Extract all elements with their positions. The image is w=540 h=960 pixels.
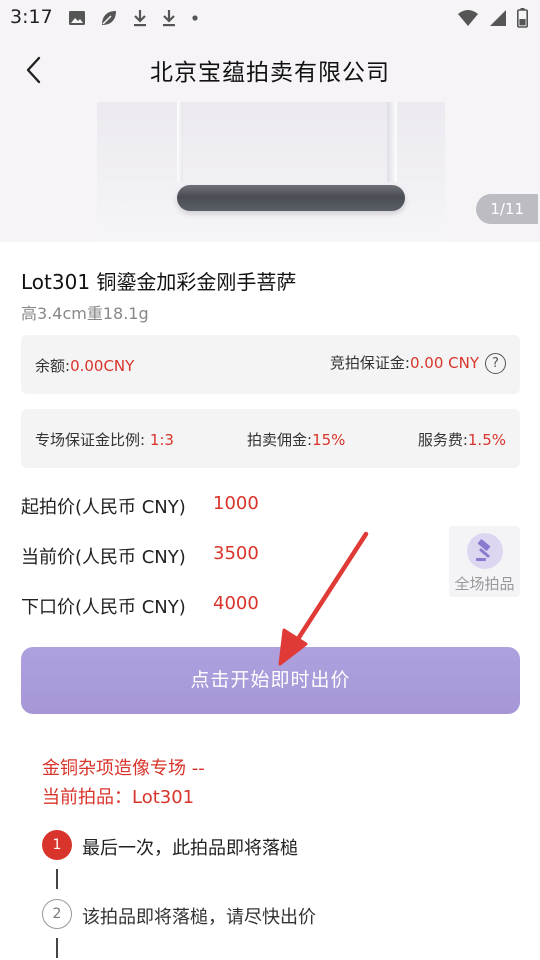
balance-label: 余额: <box>35 357 71 375</box>
lot-image[interactable] <box>97 102 445 242</box>
next-bid-row: 下口价(人民币 CNY) 4000 <box>21 593 259 619</box>
display-stand-edge <box>177 102 183 182</box>
current-price-value: 3500 <box>213 543 259 564</box>
next-bid-value: 4000 <box>213 593 259 614</box>
step-text-1: 最后一次，此拍品即将落槌 <box>82 838 298 859</box>
all-lots-button[interactable]: 全场拍品 <box>449 526 520 597</box>
next-bid-label: 下口价(人民币 CNY) <box>21 597 186 618</box>
question-circle-icon[interactable]: ? <box>485 353 506 374</box>
current-lot-label: 当前拍品：Lot301 <box>42 787 195 808</box>
deposit-label: 竞拍保证金: <box>329 354 410 372</box>
current-price-row: 当前价(人民币 CNY) 3500 <box>21 543 259 569</box>
battery-icon <box>517 8 528 28</box>
commission-value: 15% <box>312 431 346 449</box>
account-card: 余额:0.00CNY 竞拍保证金:0.00 CNY? <box>21 335 520 394</box>
commission: 拍卖佣金:15% <box>247 429 345 450</box>
lot-title: Lot301 铜鎏金加彩金刚手菩萨 <box>21 270 297 294</box>
image-icon <box>69 11 85 25</box>
step-number-2: 2 <box>42 899 72 929</box>
service-fee: 服务费:1.5% <box>418 429 506 450</box>
all-lots-label: 全场拍品 <box>454 575 515 593</box>
lot-dimensions: 高3.4cm重18.1g <box>21 304 149 323</box>
step-connector <box>56 938 58 958</box>
download-icon <box>163 10 175 27</box>
system-icons <box>457 8 528 28</box>
leaf-icon <box>102 11 116 25</box>
signal-icon <box>490 10 506 26</box>
image-counter: 1/11 <box>476 194 538 224</box>
notification-icons <box>68 8 200 28</box>
app-header: 北京宝蕴拍卖有限公司 <box>0 36 540 102</box>
service-fee-label: 服务费: <box>417 431 468 449</box>
deposit-ratio: 专场保证金比例: 1:3 <box>35 429 174 450</box>
commission-label: 拍卖佣金: <box>247 431 313 449</box>
display-stand-edge <box>387 102 397 182</box>
deposit-ratio-label: 专场保证金比例: <box>35 431 150 449</box>
wifi-icon <box>458 10 478 26</box>
status-time: 3:17 <box>10 6 53 28</box>
starting-price-label: 起拍价(人民币 CNY) <box>21 497 186 518</box>
service-fee-value: 1.5% <box>467 431 506 449</box>
page-title: 北京宝蕴拍卖有限公司 <box>150 60 390 86</box>
fees-card: 专场保证金比例: 1:3 拍卖佣金:15% 服务费:1.5% <box>21 409 520 468</box>
balance: 余额:0.00CNY <box>35 355 134 376</box>
start-bidding-button[interactable]: 点击开始即时出价 <box>21 647 520 714</box>
deposit-value: 0.00 CNY <box>409 354 479 372</box>
step-text-2: 该拍品即将落槌，请尽快出价 <box>82 907 316 928</box>
gavel-icon <box>467 533 503 569</box>
step-connector <box>56 869 58 889</box>
session-title: 金铜杂项造像专场 -- <box>42 758 205 779</box>
balance-value: 0.00CNY <box>70 357 135 375</box>
download-icon <box>134 10 146 27</box>
starting-price-row: 起拍价(人民币 CNY) 1000 <box>21 493 259 519</box>
deposit-ratio-value: 1:3 <box>149 431 174 449</box>
lot-image-gallery[interactable]: 1/11 <box>0 102 540 242</box>
starting-price-value: 1000 <box>213 493 259 514</box>
deposit: 竞拍保证金:0.00 CNY? <box>330 352 506 374</box>
dot-icon <box>192 15 198 21</box>
step-number-1: 1 <box>42 830 72 860</box>
lot-object <box>177 185 405 211</box>
status-bar: 3:17 <box>0 0 540 36</box>
current-price-label: 当前价(人民币 CNY) <box>21 547 186 568</box>
